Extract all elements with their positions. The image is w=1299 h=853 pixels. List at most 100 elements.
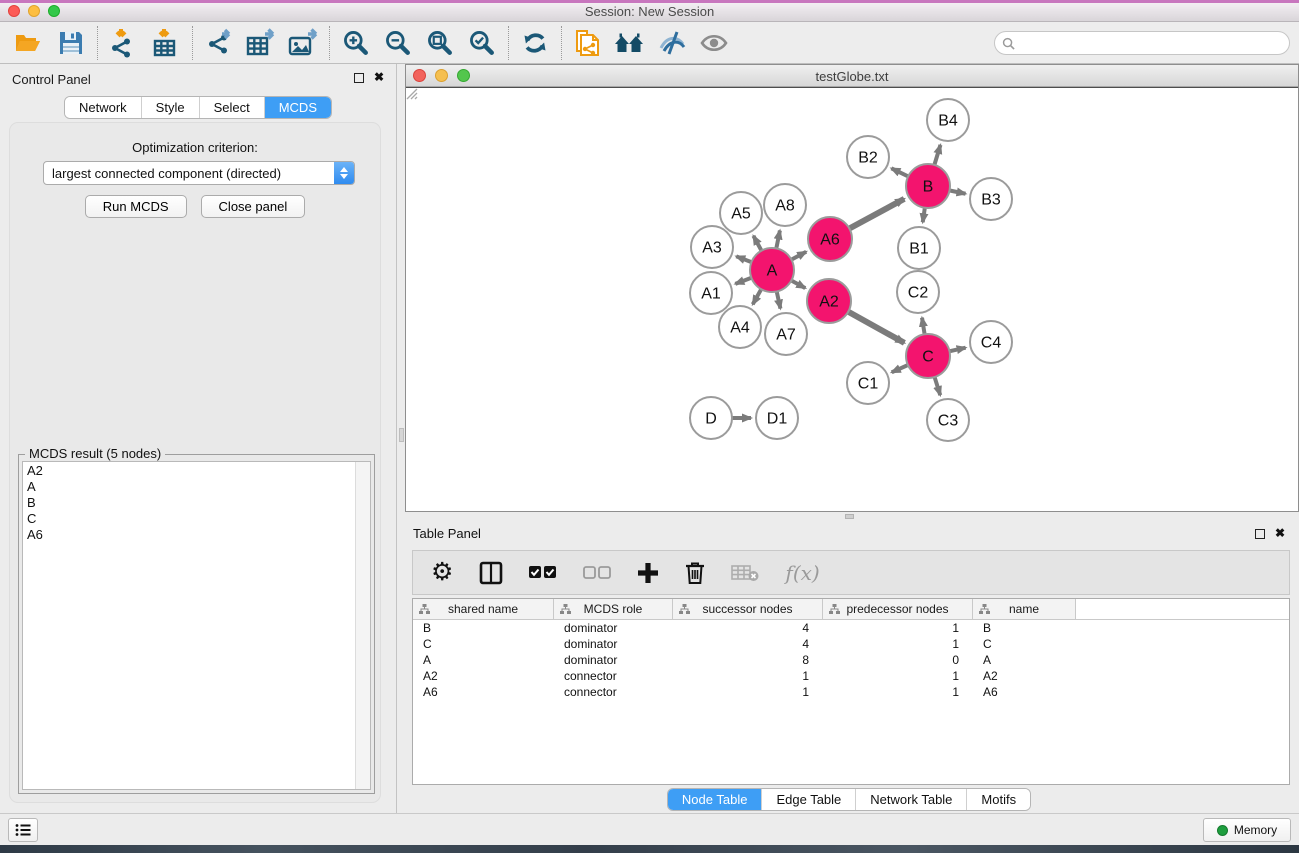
tab-network[interactable]: Network — [65, 97, 141, 118]
import-network-icon[interactable] — [103, 25, 145, 61]
cell: 1 — [823, 620, 973, 636]
cell: A2 — [413, 668, 554, 684]
table-tabs: Node TableEdge TableNetwork TableMotifs — [667, 788, 1031, 811]
table-panel-title: Table Panel — [413, 526, 481, 541]
status-bar: Memory — [0, 813, 1299, 845]
export-table-icon[interactable] — [240, 25, 282, 61]
search-field[interactable] — [994, 31, 1290, 55]
memory-button[interactable]: Memory — [1203, 818, 1291, 842]
cell: A — [973, 652, 1076, 668]
cell: dominator — [554, 620, 673, 636]
tree-icon — [679, 604, 690, 615]
zoom-out-icon[interactable] — [377, 25, 419, 61]
cell: B — [973, 620, 1076, 636]
column-header-successor-nodes[interactable]: successor nodes — [673, 599, 823, 619]
tab-node-table[interactable]: Node Table — [668, 789, 762, 810]
function-builder-icon[interactable]: f(x) — [785, 561, 819, 585]
column-header-shared-name[interactable]: shared name — [413, 599, 554, 619]
import-table-icon[interactable] — [145, 25, 187, 61]
select-stepper-icon — [334, 162, 354, 184]
column-header-mcds-role[interactable]: MCDS role — [554, 599, 673, 619]
cell: dominator — [554, 652, 673, 668]
mcds-result-groupbox: MCDS result (5 nodes) A2ABCA6 — [18, 454, 375, 794]
column-label: MCDS role — [584, 602, 643, 616]
tab-style[interactable]: Style — [141, 97, 199, 118]
list-scrollbar[interactable] — [355, 462, 370, 789]
tab-edge-table[interactable]: Edge Table — [761, 789, 855, 810]
deselect-all-icon[interactable] — [583, 566, 611, 579]
cell: C — [973, 636, 1076, 652]
mcds-result-list: A2ABCA6 — [22, 461, 371, 790]
export-network-icon[interactable] — [198, 25, 240, 61]
tab-motifs[interactable]: Motifs — [966, 789, 1030, 810]
close-table-panel-icon[interactable]: ✖ — [1275, 527, 1285, 539]
new-session-icon[interactable] — [567, 25, 609, 61]
cell: 0 — [823, 652, 973, 668]
optimization-criterion-label: Optimization criterion: — [10, 140, 380, 155]
table-row[interactable]: A2connector11A2 — [413, 668, 1289, 684]
control-panel: Control Panel ✖ NetworkStyleSelectMCDS O… — [0, 64, 397, 813]
table-settings-icon[interactable]: ⚙ — [431, 560, 453, 585]
close-panel-icon[interactable]: ✖ — [374, 71, 384, 83]
mcds-result-item[interactable]: B — [23, 495, 355, 511]
divider-handle[interactable] — [399, 428, 404, 442]
criterion-select[interactable]: largest connected component (directed) — [43, 161, 355, 185]
column-label: name — [1009, 602, 1039, 616]
refresh-icon[interactable] — [514, 25, 556, 61]
cell: 1 — [823, 684, 973, 700]
run-mcds-button[interactable]: Run MCDS — [85, 195, 187, 218]
delete-row-icon[interactable] — [685, 561, 705, 585]
cell: 1 — [673, 668, 823, 684]
float-table-panel-icon[interactable] — [1255, 529, 1265, 539]
tab-mcds[interactable]: MCDS — [264, 97, 331, 118]
cell: 8 — [673, 652, 823, 668]
column-header-name[interactable]: name — [973, 599, 1076, 619]
mcds-result-item[interactable]: A2 — [23, 463, 355, 479]
cell: C — [413, 636, 554, 652]
delete-table-icon[interactable] — [731, 564, 759, 582]
control-panel-tabs: NetworkStyleSelectMCDS — [64, 96, 332, 119]
search-icon — [1002, 37, 1015, 50]
show-panels-icon[interactable] — [693, 25, 735, 61]
network-window-titlebar[interactable]: testGlobe.txt — [406, 65, 1298, 87]
resize-grip-icon[interactable] — [405, 87, 1297, 510]
mcds-result-item[interactable]: C — [23, 511, 355, 527]
table-panel: Table Panel ✖ ⚙ f(x) shared name MCDS rol… — [399, 520, 1299, 813]
table-row[interactable]: Bdominator41B — [413, 620, 1289, 636]
tab-network-table[interactable]: Network Table — [855, 789, 966, 810]
zoom-fit-icon[interactable] — [419, 25, 461, 61]
add-row-icon[interactable] — [637, 562, 659, 584]
network-canvas[interactable]: AA1A2A3A4A5A6A7A8BB1B2B3B4CC1C2C3C4DD1 — [406, 87, 1298, 511]
table-row[interactable]: Adominator80A — [413, 652, 1289, 668]
mcds-result-item[interactable]: A6 — [23, 527, 355, 543]
zoom-in-icon[interactable] — [335, 25, 377, 61]
table-row[interactable]: Cdominator41C — [413, 636, 1289, 652]
home-network-icon[interactable] — [609, 25, 651, 61]
desktop-background-strip — [0, 845, 1299, 853]
mcds-panel: Optimization criterion: largest connecte… — [9, 122, 381, 803]
cell: 1 — [673, 684, 823, 700]
node-table: shared name MCDS role successor nodesprede… — [412, 598, 1290, 785]
close-panel-button[interactable]: Close panel — [201, 195, 306, 218]
column-visibility-icon[interactable] — [479, 561, 503, 585]
hide-panels-icon[interactable] — [651, 25, 693, 61]
column-header-predecessor-nodes[interactable]: predecessor nodes — [823, 599, 973, 619]
export-image-icon[interactable] — [282, 25, 324, 61]
task-history-button[interactable] — [8, 818, 38, 842]
float-panel-icon[interactable] — [354, 73, 364, 83]
tab-select[interactable]: Select — [199, 97, 264, 118]
cell: A2 — [973, 668, 1076, 684]
table-toolbar: ⚙ f(x) — [412, 550, 1290, 595]
search-input[interactable] — [1020, 34, 1289, 52]
select-all-icon[interactable] — [529, 566, 557, 579]
mac-titlebar: Session: New Session — [0, 0, 1299, 22]
open-session-icon[interactable] — [8, 25, 50, 61]
criterion-selected-value: largest connected component (directed) — [44, 166, 334, 181]
table-row[interactable]: A6connector11A6 — [413, 684, 1289, 700]
memory-status-icon — [1217, 825, 1228, 836]
mcds-result-item[interactable]: A — [23, 479, 355, 495]
splitter-handle[interactable] — [845, 514, 854, 519]
zoom-selected-icon[interactable] — [461, 25, 503, 61]
cell: 4 — [673, 636, 823, 652]
save-session-icon[interactable] — [50, 25, 92, 61]
